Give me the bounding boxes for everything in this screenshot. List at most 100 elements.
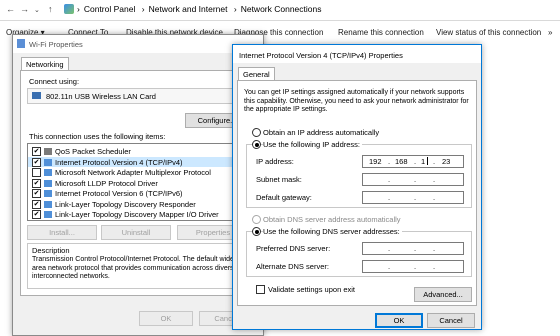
ip-address-label: IP address: (256, 157, 294, 166)
item-label: Internet Protocol Version 4 (TCP/IPv4) (55, 157, 183, 167)
adapter-name: 802.11n USB Wireless LAN Card (46, 92, 156, 101)
subnet-dot-3: . (433, 175, 436, 184)
protocol-icon (44, 190, 52, 197)
obtain-ip-auto-label[interactable]: Obtain an IP address automatically (263, 128, 379, 137)
use-following-dns-label[interactable]: Use the following DNS server addresses: (263, 227, 402, 236)
use-following-ip-label[interactable]: Use the following IP address: (263, 140, 362, 149)
networking-panel: Connect using: 802.11n USB Wireless LAN … (20, 70, 258, 296)
obtain-ip-auto-radio[interactable] (252, 128, 261, 137)
gateway-dot-1: . (388, 193, 391, 202)
description-group: Description Transmission Control Protoco… (27, 243, 251, 289)
control-panel-icon (64, 4, 74, 14)
tab-networking[interactable]: Networking (21, 57, 69, 71)
adns-dot-3: . (433, 262, 436, 271)
breadcrumb-network-internet[interactable]: Network and Internet (149, 4, 228, 14)
wifi-properties-dialog: Wi-Fi Properties Networking Connect usin… (12, 34, 264, 336)
item-checkbox[interactable]: ✔ (32, 178, 41, 188)
item-checkbox[interactable]: ✔ (32, 189, 41, 198)
text-cursor (427, 157, 428, 165)
item-label: Link-Layer Topology Discovery Responder (55, 199, 196, 209)
item-label: Internet Protocol Version 6 (TCP/IPv6) (55, 189, 183, 198)
wifi-ok-button[interactable]: OK (139, 311, 193, 326)
connect-using-label: Connect using: (29, 77, 80, 86)
alternate-dns-label: Alternate DNS server: (256, 262, 329, 271)
protocol-icon (44, 211, 52, 218)
ip-octet-4: 23 (442, 157, 451, 166)
ip-dot-2: . (414, 157, 417, 166)
title-bar: Internet Protocol Version 4 (TCP/IPv4) P… (233, 45, 481, 63)
item-label: QoS Packet Scheduler (55, 147, 131, 156)
gateway-dot-3: . (433, 193, 436, 202)
advanced-button[interactable]: Advanced... (414, 287, 472, 302)
item-label: Microsoft Network Adapter Multiplexor Pr… (55, 168, 211, 177)
rename-button[interactable]: Rename this connection (338, 28, 424, 37)
subnet-mask-input[interactable]: . . . (362, 173, 464, 186)
install-button[interactable]: Install... (27, 225, 97, 240)
pdns-dot-2: . (414, 244, 417, 253)
preferred-dns-input[interactable]: . . . (362, 242, 464, 255)
subnet-mask-label: Subnet mask: (256, 175, 302, 184)
breadcrumb-network-connections[interactable]: Network Connections (241, 4, 322, 14)
items-label: This connection uses the following items… (29, 132, 166, 141)
subnet-dot-1: . (388, 175, 391, 184)
item-checkbox[interactable]: ✔ (32, 147, 41, 156)
ip-octet-3: 1 (421, 157, 426, 166)
address-bar: ← → ⌄ ↑ › Control Panel › Network and Inte… (0, 0, 560, 21)
adns-dot-1: . (388, 262, 391, 271)
obtain-dns-auto-radio[interactable] (252, 215, 261, 224)
subnet-dot-2: . (414, 175, 417, 184)
ipv4-properties-dialog: Internet Protocol Version 4 (TCP/IPv4) P… (232, 44, 482, 330)
default-gateway-input[interactable]: . . . (362, 191, 464, 204)
use-following-dns-radio[interactable] (252, 227, 261, 236)
more-commands-button[interactable]: » (548, 28, 552, 37)
list-item[interactable]: ✔ Internet Protocol Version 6 (TCP/IPv6) (28, 188, 240, 198)
breadcrumb-control-panel[interactable]: Control Panel (84, 4, 136, 14)
list-item[interactable]: ✔ Link-Layer Topology Discovery Mapper I/… (28, 209, 240, 219)
view-status-button[interactable]: View status of this connection (436, 28, 541, 37)
item-checkbox[interactable]: ✔ (32, 199, 41, 209)
back-arrow-icon[interactable]: ← (6, 4, 15, 14)
adns-dot-2: . (414, 262, 417, 271)
breadcrumb: › Control Panel › Network and Internet › Ne… (77, 4, 322, 14)
item-checkbox[interactable] (32, 168, 41, 177)
protocol-icon (44, 169, 52, 176)
list-item[interactable]: Microsoft Network Adapter Multiplexor Pr… (28, 167, 240, 177)
validate-checkbox[interactable] (256, 285, 265, 294)
obtain-dns-auto-label[interactable]: Obtain DNS server address automatically (263, 215, 401, 224)
general-panel: You can get IP settings assigned automat… (237, 80, 477, 306)
alternate-dns-input[interactable]: . . . (362, 260, 464, 273)
ip-dot-1: . (388, 157, 391, 166)
ipv4-cancel-button[interactable]: Cancel (427, 313, 475, 328)
protocol-icon (44, 148, 52, 155)
protocol-icon (44, 158, 52, 166)
description-text: Transmission Control Protocol/Internet P… (32, 256, 238, 280)
ip-octet-2: 168 (395, 157, 408, 166)
gateway-dot-2: . (414, 193, 417, 202)
tab-general[interactable]: General (238, 67, 275, 81)
list-item[interactable]: ✔ Link-Layer Topology Discovery Responder (28, 199, 240, 209)
items-list: ✔ QoS Packet Scheduler ✔ Internet Protocol … (27, 143, 251, 221)
item-label: Link-Layer Topology Discovery Mapper I/O… (55, 210, 219, 219)
ipv4-ok-button[interactable]: OK (375, 313, 423, 328)
list-item[interactable]: ✔ QoS Packet Scheduler (28, 146, 240, 156)
preferred-dns-label: Preferred DNS server: (256, 244, 331, 253)
protocol-icon (44, 200, 52, 208)
intro-text: You can get IP settings assigned automat… (244, 89, 469, 113)
list-item[interactable]: ✔ Microsoft LLDP Protocol Driver (28, 178, 240, 188)
forward-arrow-icon[interactable]: → (20, 4, 29, 14)
use-following-ip-radio[interactable] (252, 140, 261, 149)
up-arrow-icon[interactable]: ↑ (48, 4, 53, 14)
pdns-dot-3: . (433, 244, 436, 253)
ip-octet-1: 192 (369, 157, 382, 166)
recent-chevron-icon[interactable]: ⌄ (34, 6, 40, 14)
network-card-icon (32, 92, 41, 99)
list-item[interactable]: ✔ Internet Protocol Version 4 (TCP/IPv4) (28, 156, 240, 167)
adapter-box: 802.11n USB Wireless LAN Card (27, 88, 251, 104)
item-checkbox[interactable]: ✔ (32, 157, 41, 167)
item-label: Microsoft LLDP Protocol Driver (55, 178, 158, 188)
uninstall-button[interactable]: Uninstall (101, 225, 171, 240)
ip-address-input[interactable]: 192 . 168 . 1 . 23 (362, 155, 464, 168)
description-title: Description (32, 246, 70, 255)
validate-label[interactable]: Validate settings upon exit (268, 285, 355, 294)
item-checkbox[interactable]: ✔ (32, 210, 41, 219)
